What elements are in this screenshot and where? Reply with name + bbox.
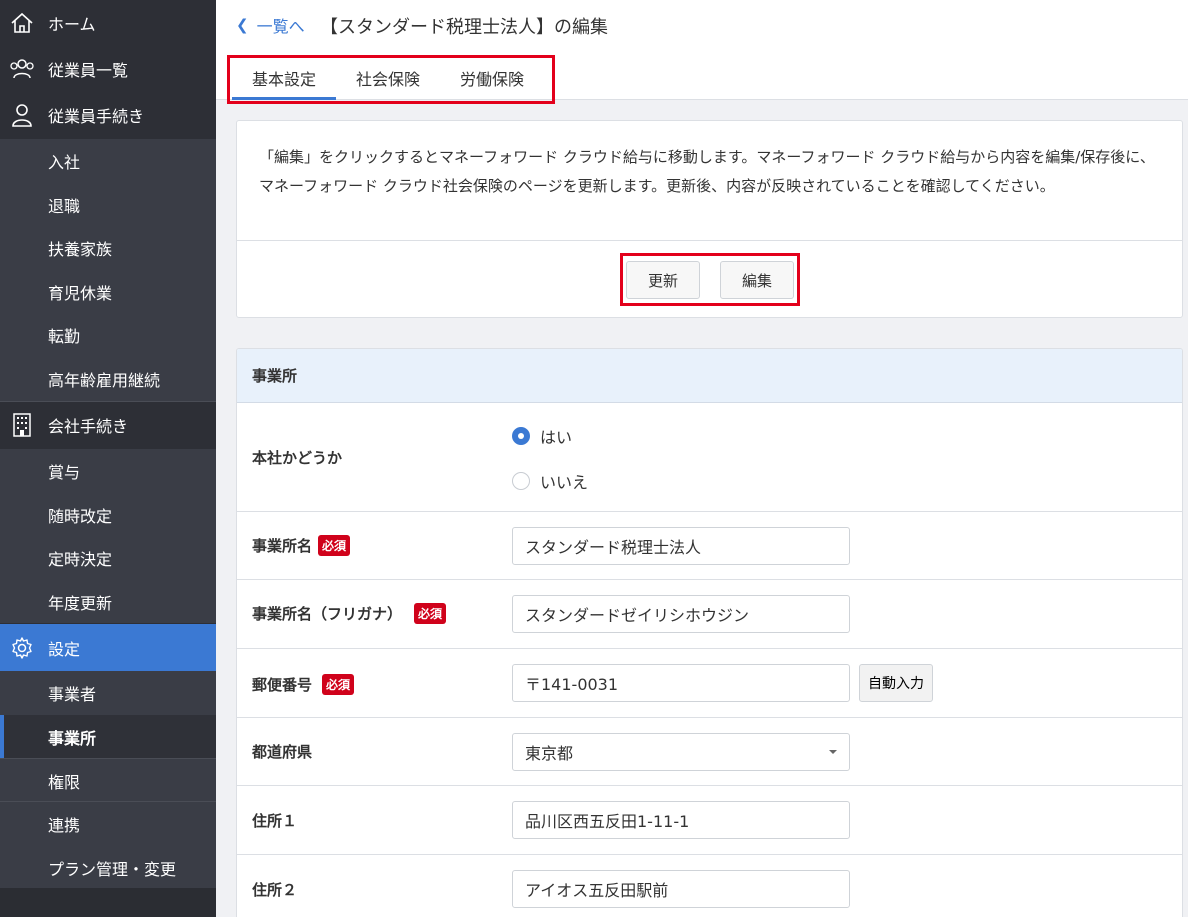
form-row-office-name: 事業所名 必須 スタンダード税理士法人 bbox=[237, 512, 1182, 580]
sidebar-item-regular-decision[interactable]: 定時決定 bbox=[0, 536, 216, 579]
employee-procedures-submenu: 入社 退職 扶養家族 育児休業 転勤 高年齢雇用継続 bbox=[0, 139, 216, 401]
form-row-postal-code: 郵便番号 必須 〒141-0031 自動入力 bbox=[237, 649, 1182, 718]
sidebar-item-label: ホーム bbox=[48, 15, 96, 34]
required-badge: 必須 bbox=[322, 674, 355, 695]
sidebar-item-permissions[interactable]: 権限 bbox=[0, 759, 216, 802]
settings-submenu: 事業者 事業所 権限 連携 プラン管理・変更 bbox=[0, 671, 216, 888]
sidebar-item-transfer[interactable]: 転勤 bbox=[0, 313, 216, 356]
office-form: 事業所 本社かどうか はい いいえ 事業所名 必須 スタンダード税理士法人 事業… bbox=[236, 348, 1183, 917]
address1-input[interactable]: 品川区西五反田1-11-1 bbox=[512, 801, 850, 839]
sidebar-divider bbox=[0, 401, 216, 402]
sidebar-item-label: 会社手続き bbox=[48, 417, 129, 436]
sidebar-item-plan[interactable]: プラン管理・変更 bbox=[0, 846, 216, 889]
tabs-highlight-box bbox=[227, 55, 555, 104]
sidebar-item-label: 従業員一覧 bbox=[48, 61, 129, 80]
sidebar-item-employees[interactable]: 従業員一覧 bbox=[0, 46, 216, 92]
sidebar-item-childcare-leave[interactable]: 育児休業 bbox=[0, 270, 216, 313]
sidebar-item-resignation[interactable]: 退職 bbox=[0, 183, 216, 226]
sidebar-item-label: 転勤 bbox=[48, 326, 81, 346]
sidebar-item-label: 退職 bbox=[48, 196, 81, 216]
sidebar-item-settings[interactable]: 設定 bbox=[0, 624, 216, 671]
sidebar-item-label: 賞与 bbox=[48, 462, 81, 482]
sidebar-item-label: 年度更新 bbox=[48, 593, 113, 613]
autofill-address-button[interactable]: 自動入力 bbox=[859, 664, 933, 702]
sidebar-item-hire[interactable]: 入社 bbox=[0, 139, 216, 182]
sidebar-item-label: 権限 bbox=[48, 772, 81, 792]
sidebar-item-label: 設定 bbox=[48, 639, 81, 659]
sidebar-item-business-owner[interactable]: 事業者 bbox=[0, 671, 216, 714]
sidebar-item-label: 扶養家族 bbox=[48, 239, 113, 259]
company-procedures-submenu: 賞与 随時改定 定時決定 年度更新 bbox=[0, 449, 216, 623]
buttons-highlight-box bbox=[620, 253, 800, 306]
sidebar-item-label: プラン管理・変更 bbox=[48, 859, 177, 879]
radio-label: はい bbox=[540, 428, 573, 447]
field-label: 事業所名 bbox=[252, 537, 313, 555]
sidebar-item-senior-employment[interactable]: 高年齢雇用継続 bbox=[0, 357, 216, 400]
address2-label: 住所２ bbox=[252, 881, 298, 899]
form-row-prefecture: 都道府県 東京都 bbox=[237, 718, 1182, 786]
office-name-kana-label: 事業所名（フリガナ） 必須 bbox=[252, 603, 447, 624]
office-name-kana-input[interactable]: スタンダードゼイリシホウジン bbox=[512, 595, 850, 633]
office-name-input[interactable]: スタンダード税理士法人 bbox=[512, 527, 850, 565]
sidebar-item-occasional-revision[interactable]: 随時改定 bbox=[0, 493, 216, 536]
prefecture-label: 都道府県 bbox=[252, 743, 313, 761]
office-name-label: 事業所名 必須 bbox=[252, 535, 351, 556]
sidebar-item-label: 定時決定 bbox=[48, 549, 113, 569]
section-title: 事業所 bbox=[237, 349, 1182, 403]
sidebar-item-label: 随時改定 bbox=[48, 506, 113, 526]
sidebar-footer bbox=[0, 888, 216, 917]
chevron-down-icon bbox=[829, 750, 837, 754]
address2-input[interactable]: アイオス五反田駅前 bbox=[512, 870, 850, 908]
page-title: 【スタンダード税理士法人】の編集 bbox=[320, 17, 608, 38]
required-badge: 必須 bbox=[414, 603, 447, 624]
form-row-address1: 住所１ 品川区西五反田1-11-1 bbox=[237, 786, 1182, 855]
sidebar-item-bonus[interactable]: 賞与 bbox=[0, 449, 216, 492]
sidebar-item-office[interactable]: 事業所 bbox=[0, 715, 216, 758]
person-icon bbox=[9, 102, 35, 128]
form-row-address2: 住所２ アイオス五反田駅前 bbox=[237, 855, 1182, 917]
home-icon bbox=[9, 10, 35, 36]
radio-head-office-yes[interactable]: はい bbox=[512, 424, 572, 448]
sidebar: ホーム 従業員一覧 従業員手続き 入社 退職 扶養家族 育児休業 転勤 高年齢雇… bbox=[0, 0, 216, 917]
sidebar-item-label: 育児休業 bbox=[48, 283, 113, 303]
form-row-office-name-kana: 事業所名（フリガナ） 必須 スタンダードゼイリシホウジン bbox=[237, 580, 1182, 649]
info-message: 「編集」をクリックするとマネーフォワード クラウド給与に移動します。マネーフォワ… bbox=[237, 121, 1182, 241]
sidebar-item-label: 従業員手続き bbox=[48, 107, 145, 126]
users-icon bbox=[9, 56, 35, 82]
sidebar-item-home[interactable]: ホーム bbox=[0, 0, 216, 46]
postal-code-label: 郵便番号 必須 bbox=[252, 674, 355, 695]
gear-icon bbox=[9, 635, 35, 661]
sidebar-item-employee-procedures[interactable]: 従業員手続き bbox=[0, 92, 216, 138]
sidebar-divider bbox=[0, 801, 216, 802]
back-to-list-link[interactable]: ❮ 一覧へ bbox=[236, 13, 305, 37]
sidebar-divider bbox=[0, 758, 216, 759]
sidebar-item-integration[interactable]: 連携 bbox=[0, 802, 216, 845]
sidebar-item-company-procedures[interactable]: 会社手続き bbox=[0, 402, 216, 448]
chevron-left-icon: ❮ bbox=[236, 16, 249, 34]
postal-code-input[interactable]: 〒141-0031 bbox=[512, 664, 850, 702]
required-badge: 必須 bbox=[318, 535, 351, 556]
field-label: 郵便番号 bbox=[252, 676, 313, 694]
form-row-head-office: 本社かどうか はい いいえ bbox=[237, 403, 1182, 512]
sidebar-item-label: 事業所 bbox=[48, 728, 97, 748]
select-value: 東京都 bbox=[525, 744, 574, 763]
sidebar-item-label: 入社 bbox=[48, 152, 81, 172]
field-label: 事業所名（フリガナ） bbox=[252, 605, 403, 623]
sidebar-item-label: 連携 bbox=[48, 815, 81, 835]
head-office-label: 本社かどうか bbox=[252, 449, 343, 467]
sidebar-item-label: 事業者 bbox=[48, 684, 97, 704]
radio-checked-icon bbox=[512, 427, 530, 445]
address1-label: 住所１ bbox=[252, 812, 298, 830]
building-icon bbox=[9, 412, 35, 438]
back-link-label: 一覧へ bbox=[256, 17, 305, 36]
sidebar-item-dependents[interactable]: 扶養家族 bbox=[0, 226, 216, 269]
sidebar-item-label: 高年齢雇用継続 bbox=[48, 370, 161, 390]
radio-unchecked-icon bbox=[512, 472, 530, 490]
sidebar-item-annual-update[interactable]: 年度更新 bbox=[0, 580, 216, 623]
prefecture-select[interactable]: 東京都 bbox=[512, 733, 850, 771]
radio-head-office-no[interactable]: いいえ bbox=[512, 469, 588, 493]
radio-label: いいえ bbox=[540, 473, 589, 492]
